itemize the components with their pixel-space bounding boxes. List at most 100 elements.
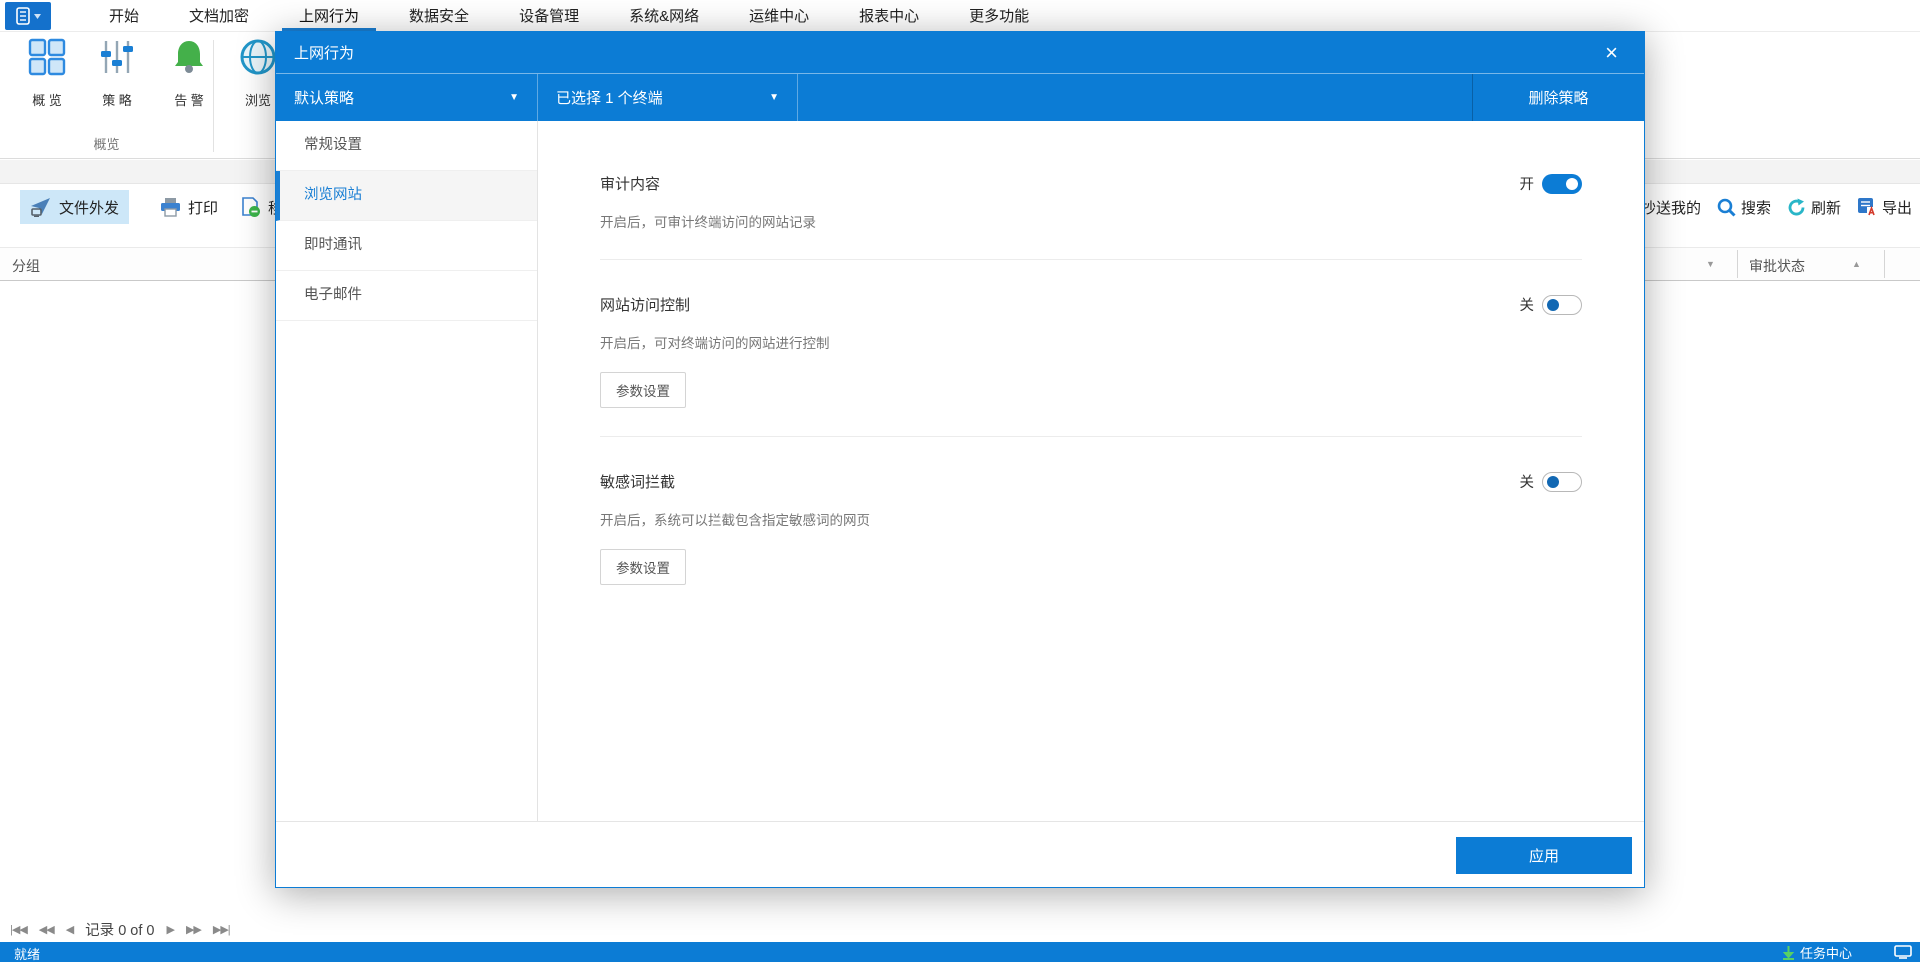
section-header: 审计内容 开 (600, 173, 1582, 194)
print-icon (161, 198, 180, 217)
remove-doc-icon (242, 196, 260, 217)
refresh-label: 刷新 (1811, 199, 1842, 217)
tab-report-center[interactable]: 报表中心 (834, 0, 944, 31)
policy-dropdown[interactable]: 默认策略 ▼ (276, 74, 538, 121)
dialog-toolbar-spacer (798, 74, 1472, 121)
search-icon (1717, 198, 1736, 217)
alert-bell-icon (175, 41, 203, 73)
toggle-knob (1547, 475, 1559, 488)
overview-button[interactable]: 概 览 (16, 38, 78, 109)
ribbon-tab-bar: 开始 文档加密 上网行为 数据安全 设备管理 系统&网络 运维中心 报表中心 更… (0, 0, 1920, 32)
record-last-button[interactable]: ▶▶| (213, 923, 231, 936)
group-filter-arrow-icon[interactable]: ▼ (1706, 259, 1715, 269)
audit-toggle-wrap: 开 (1519, 173, 1582, 194)
refresh-button[interactable]: 刷新 (1787, 197, 1841, 218)
section-sensitive-word-block: 敏感词拦截 关 开启后，系统可以拦截包含指定敏感词的网页 参数设置 (600, 437, 1582, 613)
record-navigator: |◀◀ ◀◀ ◀ 记录 0 of 0 ▶ ▶▶ ▶▶| (10, 916, 231, 942)
policy-button-label: 策 略 (102, 93, 132, 108)
export-button[interactable]: 导出 (1857, 197, 1912, 218)
toggle-state-label: 关 (1519, 298, 1535, 314)
terminal-dropdown[interactable]: 已选择 1 个终端 ▼ (538, 74, 798, 121)
alert-button[interactable]: 告 警 (158, 38, 220, 109)
section-header: 敏感词拦截 关 (600, 471, 1582, 492)
section-header: 网站访问控制 关 (600, 294, 1582, 315)
audit-content-toggle[interactable] (1542, 173, 1582, 194)
sidebar-item-email[interactable]: 电子邮件 (276, 271, 537, 321)
param-settings-button-access[interactable]: 参数设置 (600, 372, 686, 408)
toggle-state-label: 关 (1519, 475, 1535, 491)
record-prev-page-button[interactable]: ◀◀ (39, 923, 55, 936)
print-label: 打印 (188, 199, 219, 217)
print-button[interactable]: 打印 (150, 190, 228, 224)
sidebar-item-browse-websites[interactable]: 浏览网站 (276, 171, 537, 221)
ribbon-group-divider (213, 40, 214, 152)
website-access-toggle[interactable] (1542, 294, 1582, 315)
record-count-label: 记录 0 of 0 (85, 922, 155, 939)
app-menu-caret-icon (34, 13, 41, 19)
tab-device-management[interactable]: 设备管理 (494, 0, 604, 31)
search-label: 搜索 (1741, 199, 1772, 217)
toggle-knob (1566, 177, 1578, 190)
overview-button-label: 概 览 (32, 93, 62, 108)
list-toolbar-right: 抄送我的 搜索 刷新 导出 (1641, 190, 1912, 224)
sidebar-item-instant-messaging[interactable]: 即时通讯 (276, 221, 537, 271)
close-icon[interactable]: × (1597, 41, 1626, 64)
export-icon (1858, 198, 1877, 216)
internet-behavior-dialog: 上网行为 × 默认策略 ▼ 已选择 1 个终端 ▼ 删除策略 常规设置 浏览网站… (275, 31, 1645, 888)
section-description: 开启后，可审计终端访问的网站记录 (600, 215, 816, 230)
grid-column-approval-status[interactable]: 审批状态 (1749, 256, 1805, 276)
sensitive-toggle-wrap: 关 (1519, 471, 1582, 492)
sensitive-word-toggle[interactable] (1542, 471, 1582, 492)
overview-grid-icon (28, 38, 66, 76)
cc-to-me-button[interactable]: 抄送我的 (1641, 197, 1701, 218)
status-ready-label: 就绪 (14, 947, 41, 962)
status-monitor-icon[interactable] (1894, 945, 1912, 962)
alert-button-label: 告 警 (174, 93, 204, 108)
dialog-content: 审计内容 开 开启后，可审计终端访问的网站记录 网站访问控制 关 开启后，可对终… (538, 121, 1644, 821)
dialog-footer: 应用 (276, 821, 1644, 887)
delete-policy-button[interactable]: 删除策略 (1472, 74, 1644, 121)
application-window: 开始 文档加密 上网行为 数据安全 设备管理 系统&网络 运维中心 报表中心 更… (0, 0, 1920, 962)
record-prev-button[interactable]: ◀ (66, 923, 75, 936)
refresh-icon (1788, 198, 1805, 215)
record-first-button[interactable]: |◀◀ (10, 923, 28, 936)
toggle-knob (1547, 298, 1559, 311)
tab-data-security[interactable]: 数据安全 (384, 0, 494, 31)
task-center-label: 任务中心 (1800, 946, 1853, 961)
section-audit-content: 审计内容 开 开启后，可审计终端访问的网站记录 (600, 121, 1582, 260)
record-next-page-button[interactable]: ▶▶ (186, 923, 202, 936)
search-button[interactable]: 搜索 (1717, 197, 1771, 218)
tab-more-functions[interactable]: 更多功能 (944, 0, 1054, 31)
toggle-state-label: 开 (1519, 177, 1535, 193)
policy-button[interactable]: 策 略 (86, 38, 148, 109)
export-label: 导出 (1882, 199, 1913, 217)
ribbon-group-label: 概览 (93, 137, 120, 152)
record-next-button[interactable]: ▶ (166, 923, 175, 936)
file-outgoing-icon (31, 198, 50, 217)
file-outgoing-button[interactable]: 文件外发 (20, 190, 130, 224)
tab-start[interactable]: 开始 (84, 0, 164, 31)
tab-ops-center[interactable]: 运维中心 (724, 0, 834, 31)
section-description: 开启后，可对终端访问的网站进行控制 (600, 336, 830, 351)
section-website-access-control: 网站访问控制 关 开启后，可对终端访问的网站进行控制 参数设置 (600, 260, 1582, 437)
task-center-button[interactable]: 任务中心 (1782, 943, 1852, 962)
policy-sliders-icon (101, 41, 133, 73)
grid-column-divider (1737, 250, 1738, 278)
section-title: 敏感词拦截 (600, 474, 676, 491)
status-sort-arrow-icon[interactable]: ▲ (1852, 259, 1861, 269)
app-menu-button[interactable] (5, 2, 51, 30)
dialog-title-bar: 上网行为 × (276, 32, 1644, 73)
chevron-down-icon: ▼ (769, 92, 779, 103)
policy-dropdown-value: 默认策略 (294, 90, 355, 107)
app-menu-icon (16, 7, 30, 25)
apply-button[interactable]: 应用 (1456, 837, 1632, 874)
dialog-toolbar: 默认策略 ▼ 已选择 1 个终端 ▼ 删除策略 (276, 73, 1644, 121)
sidebar-item-general-settings[interactable]: 常规设置 (276, 121, 537, 171)
dialog-sidebar: 常规设置 浏览网站 即时通讯 电子邮件 (276, 121, 538, 821)
tab-internet-behavior[interactable]: 上网行为 (274, 0, 384, 31)
grid-column-group[interactable]: 分组 (12, 256, 40, 276)
tab-doc-encryption[interactable]: 文档加密 (164, 0, 274, 31)
param-settings-button-sensitive[interactable]: 参数设置 (600, 549, 686, 585)
task-center-download-icon (1782, 945, 1795, 960)
tab-system-network[interactable]: 系统&网络 (604, 0, 724, 31)
